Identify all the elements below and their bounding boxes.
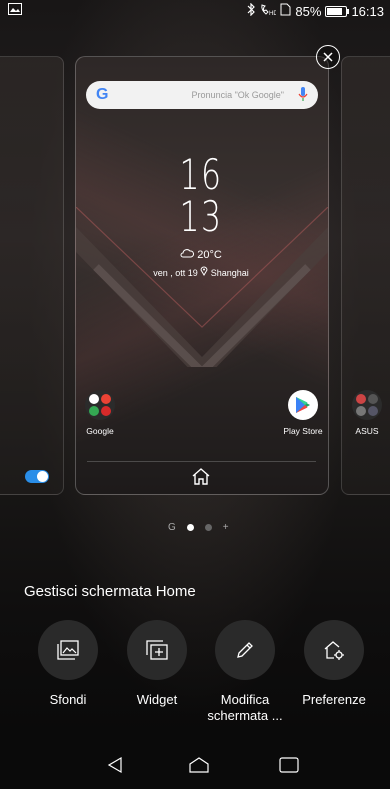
page-dot[interactable] — [204, 524, 212, 531]
wifi-calling-icon: HD — [260, 3, 279, 19]
recents-icon[interactable] — [279, 756, 299, 774]
app-label: ASUS — [355, 426, 379, 436]
app-play-store[interactable]: Play Store — [273, 390, 333, 436]
widget-icon — [127, 620, 187, 680]
sim-card-icon — [280, 3, 291, 19]
asus-folder-icon — [352, 390, 382, 420]
play-store-icon — [288, 390, 318, 420]
gallery-notification-icon — [8, 3, 22, 18]
google-page-marker[interactable]: G — [168, 522, 176, 533]
section-title: Gestisci schermata Home — [24, 583, 196, 600]
microphone-icon[interactable] — [298, 87, 308, 107]
close-preview-button[interactable] — [316, 45, 340, 69]
close-icon — [323, 52, 333, 62]
bluetooth-icon — [247, 2, 256, 19]
edit-home-button[interactable]: Modifica schermata ... — [202, 620, 288, 724]
app-label: Play Store — [283, 426, 323, 436]
weather-widget: 20°C — [75, 249, 327, 261]
location-pin-icon — [200, 266, 208, 276]
preferences-button[interactable]: Preferenze — [291, 620, 377, 708]
pencil-icon — [215, 620, 275, 680]
google-search-widget[interactable]: G Pronuncia "Ok Google" — [86, 81, 318, 109]
navigation-bar — [0, 742, 390, 789]
svg-text:HD: HD — [269, 11, 276, 16]
home-page-preview-left[interactable] — [0, 56, 64, 495]
date-text: ven , ott 19 — [153, 268, 198, 278]
dock-divider — [87, 461, 316, 462]
page-dot-active[interactable] — [186, 524, 194, 531]
google-folder-icon — [85, 390, 115, 420]
location-text: Shanghai — [210, 268, 249, 278]
google-logo: G — [96, 86, 109, 103]
action-label: Preferenze — [302, 692, 366, 707]
page-toggle-switch[interactable] — [25, 470, 49, 483]
wallpaper-button[interactable]: Sfondi — [25, 620, 111, 708]
app-google-folder[interactable]: Google — [70, 390, 130, 436]
clock-minute: 13 — [179, 192, 223, 241]
app-asus-folder[interactable]: ASUS — [337, 390, 390, 436]
wallpaper-icon — [38, 620, 98, 680]
home-settings-icon — [304, 620, 364, 680]
widget-button[interactable]: Widget — [114, 620, 200, 708]
action-label: Modifica schermata ... — [207, 692, 283, 723]
weather-temp: 20°C — [197, 249, 222, 261]
action-label: Sfondi — [49, 692, 87, 707]
home-icon[interactable] — [190, 466, 212, 486]
add-page-button[interactable]: + — [223, 522, 229, 533]
page-indicator: G + — [168, 522, 229, 533]
action-label: Widget — [136, 692, 178, 707]
status-bar: HD 85% 16:13 — [0, 0, 390, 22]
app-label: Google — [86, 426, 114, 436]
search-placeholder: Pronuncia "Ok Google" — [191, 90, 284, 100]
battery-percent: 85% — [295, 3, 322, 19]
cloud-icon — [180, 249, 195, 258]
back-icon[interactable] — [106, 756, 124, 774]
home-nav-icon[interactable] — [188, 756, 210, 774]
status-time: 16:13 — [351, 3, 384, 19]
date-location: ven , ott 19 Shanghai — [75, 266, 327, 278]
battery-icon — [325, 5, 350, 17]
